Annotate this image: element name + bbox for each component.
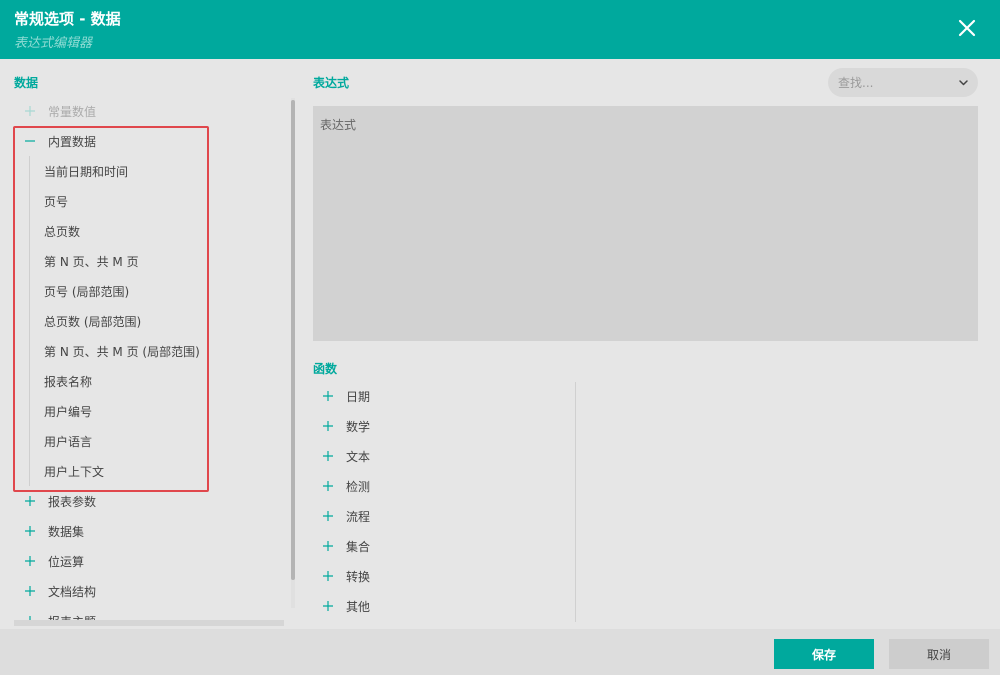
functions-section-label: 函数 [313, 362, 338, 376]
tree-child-item[interactable]: 页号 [44, 186, 68, 216]
minus-icon[interactable] [24, 135, 36, 147]
tree-item-datasets[interactable]: 数据集 [24, 516, 84, 546]
plus-icon[interactable] [322, 390, 334, 402]
tree-child-item[interactable]: 用户上下文 [44, 456, 104, 486]
function-category-text[interactable]: 文本 [322, 441, 370, 471]
dialog-header: 常规选项 - 数据 表达式编辑器 [0, 0, 1000, 59]
plus-icon[interactable] [24, 105, 36, 117]
plus-icon[interactable] [322, 510, 334, 522]
function-category-inspection[interactable]: 检测 [322, 471, 370, 501]
tree-item-label: 常量数值 [48, 104, 97, 119]
data-panel-scroll-thumb[interactable] [291, 100, 295, 580]
plus-icon[interactable] [24, 555, 36, 567]
tree-item-report-params[interactable]: 报表参数 [24, 486, 96, 516]
search-input[interactable] [838, 74, 948, 91]
close-icon[interactable] [956, 17, 978, 39]
chevron-down-icon[interactable] [958, 77, 969, 88]
functions-divider [575, 382, 576, 622]
tree-child-item[interactable]: 用户语言 [44, 426, 92, 456]
dialog-title: 常规选项 - 数据 [14, 10, 121, 28]
tree-item-builtin-data[interactable]: 内置数据 [24, 126, 96, 156]
function-category-date[interactable]: 日期 [322, 381, 370, 411]
tree-child-item[interactable]: 用户编号 [44, 396, 92, 426]
expression-textarea[interactable] [313, 106, 978, 341]
tree-item-report-theme[interactable]: 报表主题 [24, 606, 96, 621]
tree-guide-line [29, 156, 30, 486]
tree-child-item[interactable]: 总页数 [44, 216, 80, 246]
tree-item-doc-structure[interactable]: 文档结构 [24, 576, 96, 606]
tree-item-label: 位运算 [48, 554, 85, 569]
tree-child-item[interactable]: 报表名称 [44, 366, 92, 396]
function-category-conversion[interactable]: 转换 [322, 561, 370, 591]
function-category-label: 流程 [346, 509, 371, 524]
tree-child-item[interactable]: 第 N 页、共 M 页 (局部范围) [44, 336, 200, 366]
tree-clip: 报表主题 [0, 606, 290, 621]
function-category-math[interactable]: 数学 [322, 411, 370, 441]
plus-icon[interactable] [24, 585, 36, 597]
function-category-label: 数学 [346, 419, 371, 434]
tree-child-item[interactable]: 当前日期和时间 [44, 156, 128, 186]
tree-child-item[interactable]: 第 N 页、共 M 页 [44, 246, 139, 276]
function-category-flow[interactable]: 流程 [322, 501, 370, 531]
save-button[interactable]: 保存 [774, 639, 874, 669]
dialog-subtitle: 表达式编辑器 [14, 36, 93, 51]
function-category-label: 转换 [346, 569, 371, 584]
plus-icon[interactable] [322, 480, 334, 492]
tree-item-label: 报表参数 [48, 494, 97, 509]
tree-item-label: 数据集 [48, 524, 85, 539]
expression-section-label: 表达式 [313, 76, 350, 90]
tree-item-label: 内置数据 [48, 134, 97, 149]
plus-icon[interactable] [322, 600, 334, 612]
function-category-label: 文本 [346, 449, 371, 464]
tree-item-label: 文档结构 [48, 584, 97, 599]
tree-item-constants[interactable]: 常量数值 [24, 96, 96, 126]
tree-child-item[interactable]: 总页数 (局部范围) [44, 306, 141, 336]
tree-child-item[interactable]: 页号 (局部范围) [44, 276, 129, 306]
function-category-aggregate[interactable]: 集合 [322, 531, 370, 561]
plus-icon[interactable] [322, 570, 334, 582]
search-field[interactable] [828, 68, 978, 97]
tree-item-bitwise[interactable]: 位运算 [24, 546, 84, 576]
function-category-label: 其他 [346, 599, 371, 614]
plus-icon[interactable] [322, 420, 334, 432]
plus-icon[interactable] [322, 450, 334, 462]
plus-icon[interactable] [24, 525, 36, 537]
function-category-label: 检测 [346, 479, 371, 494]
cancel-button[interactable]: 取消 [889, 639, 989, 669]
plus-icon[interactable] [24, 495, 36, 507]
function-category-label: 日期 [346, 389, 371, 404]
data-section-label: 数据 [14, 76, 39, 90]
data-panel-hscrollbar[interactable] [14, 620, 284, 626]
function-category-label: 集合 [346, 539, 371, 554]
function-category-misc[interactable]: 其他 [322, 591, 370, 621]
plus-icon[interactable] [322, 540, 334, 552]
